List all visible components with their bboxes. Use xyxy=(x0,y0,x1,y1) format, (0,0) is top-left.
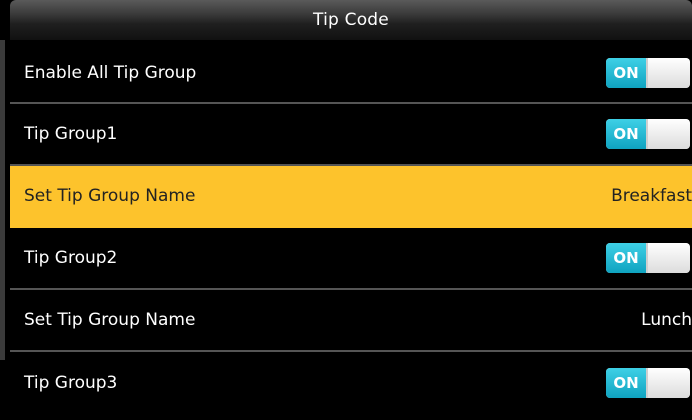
row-label: Set Tip Group Name xyxy=(24,186,196,206)
row-label: Enable All Tip Group xyxy=(24,63,197,83)
row-set-tip-group1-name[interactable]: Set Tip Group Name Breakfast xyxy=(10,166,692,228)
tip-group2-toggle[interactable]: ON xyxy=(606,243,690,273)
toggle-on-label: ON xyxy=(606,243,648,273)
tip-group-name-value: Lunch xyxy=(641,310,692,330)
row-tip-group2[interactable]: Tip Group2 ON xyxy=(10,228,692,290)
row-enable-all-tip-group[interactable]: Enable All Tip Group ON xyxy=(10,44,692,104)
row-label: Tip Group1 xyxy=(24,124,118,144)
tip-group3-toggle[interactable]: ON xyxy=(606,368,690,398)
tip-group1-toggle[interactable]: ON xyxy=(606,119,690,149)
toggle-knob xyxy=(648,243,690,273)
toggle-knob xyxy=(648,368,690,398)
toggle-on-label: ON xyxy=(606,119,648,149)
row-set-tip-group2-name[interactable]: Set Tip Group Name Lunch xyxy=(10,290,692,352)
row-tip-group3[interactable]: Tip Group3 ON xyxy=(10,352,692,414)
row-label: Set Tip Group Name xyxy=(24,310,196,330)
toggle-on-label: ON xyxy=(606,58,648,88)
page-title: Tip Code xyxy=(10,0,692,40)
row-tip-group1[interactable]: Tip Group1 ON xyxy=(10,104,692,166)
toggle-knob xyxy=(648,119,690,149)
tip-group-name-value: Breakfast xyxy=(611,186,692,206)
settings-list: Enable All Tip Group ON Tip Group1 ON Se… xyxy=(10,44,692,414)
enable-all-tip-group-toggle[interactable]: ON xyxy=(606,58,690,88)
title-bar: Tip Code xyxy=(0,0,692,40)
toggle-knob xyxy=(648,58,690,88)
toggle-on-label: ON xyxy=(606,368,648,398)
scrollbar[interactable] xyxy=(0,40,5,360)
row-label: Tip Group2 xyxy=(24,248,118,268)
row-label: Tip Group3 xyxy=(24,373,118,393)
